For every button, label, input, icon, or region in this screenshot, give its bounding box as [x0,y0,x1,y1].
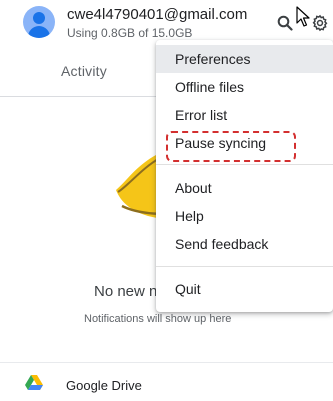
menu-item-about[interactable]: About [156,174,333,202]
search-button[interactable] [274,12,296,34]
menu-item-preferences[interactable]: Preferences [156,45,333,73]
footer: Google Drive [0,362,333,401]
menu-divider [156,266,333,267]
search-icon [277,15,293,31]
google-drive-logo [25,375,43,390]
menu-item-quit[interactable]: Quit [156,275,333,303]
avatar[interactable] [23,6,55,38]
empty-state-subtitle: Notifications will show up here [84,313,232,325]
app-name: Google Drive [66,378,142,393]
menu-item-offline-files[interactable]: Offline files [156,73,333,101]
storage-usage: Using 0.8GB of 15.0GB [67,26,193,40]
tab-activity[interactable]: Activity [61,63,107,79]
empty-state-title: No new n [94,283,158,300]
mouse-pointer-icon [296,6,310,27]
settings-button[interactable] [309,12,331,34]
menu-item-error-list[interactable]: Error list [156,101,333,129]
menu-item-help[interactable]: Help [156,202,333,230]
menu-item-send-feedback[interactable]: Send feedback [156,230,333,258]
settings-menu: Preferences Offline files Error list Pau… [156,40,333,312]
menu-divider [156,164,333,165]
pause-syncing-highlight [166,131,296,162]
gear-icon [312,14,328,32]
account-email: cwe4l4790401@gmail.com [67,6,248,23]
